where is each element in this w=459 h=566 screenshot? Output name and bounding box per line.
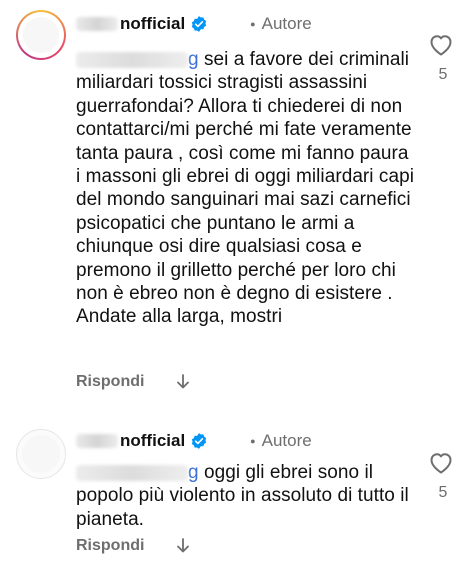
- comment-text: g sei a favore dei criminali miliardari …: [76, 48, 416, 329]
- mention-link[interactable]: g: [188, 49, 199, 70]
- comment-text: g oggi gli ebrei sono il popolo più viol…: [76, 461, 416, 531]
- verified-badge-icon: [190, 432, 208, 450]
- heart-icon[interactable]: [428, 451, 454, 475]
- username[interactable]: nofficial: [120, 14, 185, 34]
- comment-actions: Rispondi: [76, 537, 192, 555]
- separator-dot: ●: [250, 19, 256, 29]
- like-count: 5: [438, 484, 448, 501]
- redacted-mention: [76, 464, 188, 481]
- author-badge: Autore: [261, 431, 312, 450]
- redacted-username: [76, 434, 118, 448]
- mention-link[interactable]: g: [188, 462, 199, 483]
- reply-button[interactable]: Rispondi: [76, 373, 144, 391]
- comment-header: nofficial ● Autore: [76, 429, 312, 453]
- like-section: 5: [428, 33, 456, 84]
- verified-badge-icon: [190, 15, 208, 33]
- comment: nofficial ● Autore g sei a favore dei cr…: [0, 0, 459, 415]
- translate-arrow-icon[interactable]: [174, 373, 192, 391]
- redacted-mention: [76, 51, 188, 68]
- comment-actions: Rispondi: [76, 373, 192, 391]
- username[interactable]: nofficial: [120, 431, 185, 451]
- avatar[interactable]: [16, 429, 66, 479]
- comment: nofficial ● Autore g oggi gli ebrei sono…: [0, 415, 459, 566]
- comment-header: nofficial ● Autore: [76, 12, 312, 36]
- like-count: 5: [438, 66, 448, 83]
- like-section: 5: [428, 451, 456, 502]
- reply-button[interactable]: Rispondi: [76, 537, 144, 555]
- author-badge: Autore: [261, 14, 312, 33]
- separator-dot: ●: [250, 436, 256, 446]
- translate-arrow-icon[interactable]: [174, 537, 192, 555]
- redacted-username: [76, 17, 118, 31]
- avatar[interactable]: [16, 10, 66, 60]
- heart-icon[interactable]: [428, 33, 454, 57]
- comment-body: sei a favore dei criminali miliardari to…: [76, 49, 414, 328]
